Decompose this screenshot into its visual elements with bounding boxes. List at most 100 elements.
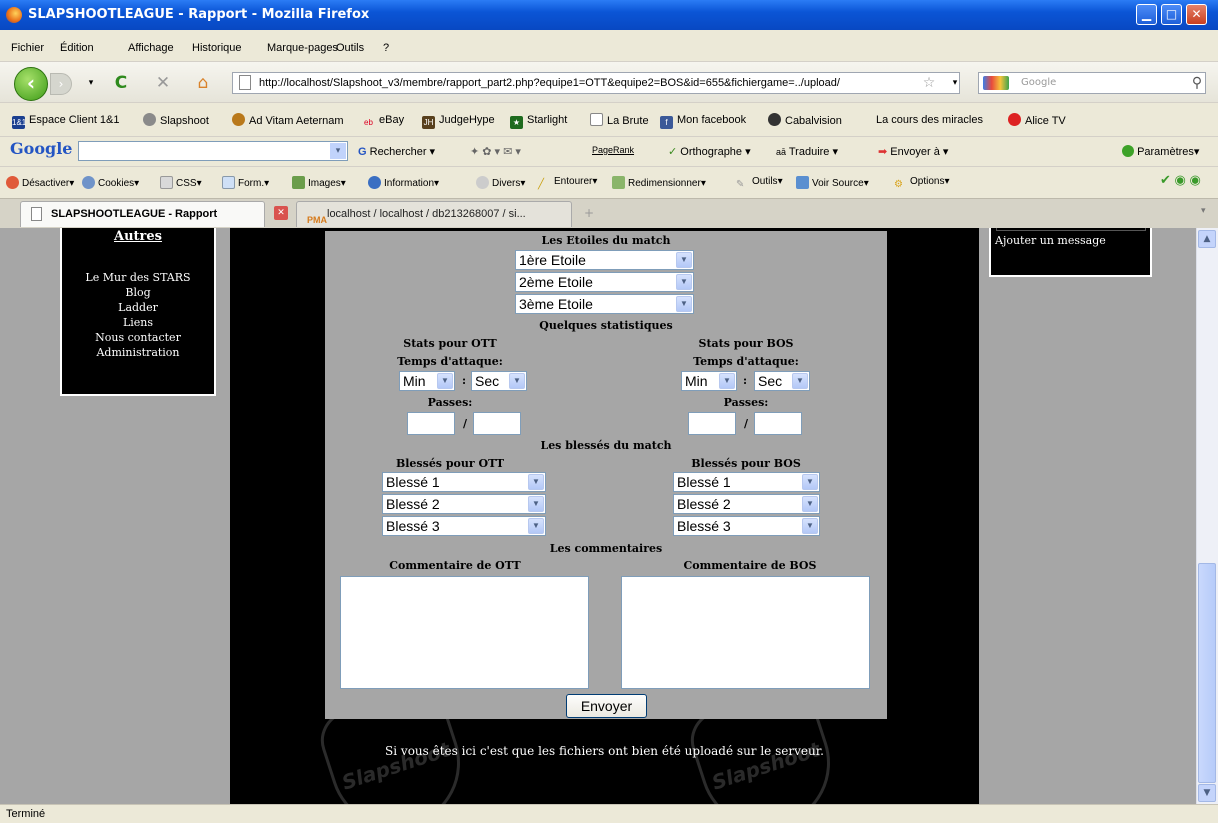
menu-help[interactable]: ? (383, 42, 389, 54)
history-dropdown-icon[interactable]: ▾ (80, 73, 102, 93)
star-1-select[interactable]: 1ère Etoile ▼ (515, 250, 694, 270)
dev-cookies[interactable]: Cookies▾ (82, 176, 139, 189)
traduire-button[interactable]: aā Traduire ▾ (776, 145, 838, 158)
url-input[interactable]: http://localhost/Slapshoot_v3/membre/rap… (232, 72, 960, 94)
scroll-up-icon[interactable]: ▲ (1198, 230, 1216, 248)
menu-bar: Fichier Édition Affichage Historique Mar… (0, 30, 1218, 62)
team2-injured-2-select[interactable]: Blessé 2 ▼ (673, 494, 820, 514)
bookmark-cabalvision[interactable]: Cabalvision (768, 113, 842, 127)
dev-options[interactable]: ⚙ Options▾ (894, 176, 950, 192)
forward-button[interactable]: › (50, 73, 72, 95)
dev-redimensionner[interactable]: Redimensionner▾ (612, 176, 706, 189)
pagerank-indicator[interactable]: PageRank (592, 145, 634, 155)
bookmark-alicetv[interactable]: Alice TV (1008, 113, 1066, 127)
google-engine-icon[interactable] (983, 76, 1009, 90)
team2-minutes-select[interactable]: Min ▼ (681, 371, 737, 391)
home-icon[interactable]: ⌂ (192, 73, 214, 93)
parametres-button[interactable]: Paramètres▾ (1122, 145, 1199, 158)
back-button[interactable]: ‹ (14, 67, 48, 101)
dev-form[interactable]: Form.▾ (222, 176, 269, 189)
menu-fichier[interactable]: Fichier (11, 42, 44, 54)
team1-minutes-select[interactable]: Min ▼ (399, 371, 455, 391)
injuries-title: Les blessés du match (540, 439, 672, 452)
tab-rapport[interactable]: SLAPSHOOTLEAGUE - Rapport (20, 201, 265, 227)
team1-passes-label: Passes: (427, 396, 473, 409)
add-message-link[interactable]: Ajouter un message (995, 234, 1106, 247)
bookmark-ebay[interactable]: eb eBay (362, 113, 404, 127)
menu-edition[interactable]: Édition (60, 42, 94, 54)
scroll-down-icon[interactable]: ▼ (1198, 784, 1216, 802)
team1-injured-3-select[interactable]: Blessé 3 ▼ (382, 516, 546, 536)
bookmark-cours-miracles[interactable]: La cours des miracles (876, 113, 983, 127)
url-dropdown-icon[interactable]: ▾ (944, 73, 966, 93)
sidebar-item-ladder[interactable]: Ladder (62, 300, 214, 315)
close-tab-icon[interactable]: ✕ (274, 206, 288, 220)
dev-information[interactable]: Information▾ (368, 176, 439, 189)
team1-passes-total-input[interactable] (473, 412, 521, 435)
bookmark-facebook[interactable]: f Mon facebook (660, 113, 746, 129)
team2-passes-total-input[interactable] (754, 412, 802, 435)
sidebar-item-contact[interactable]: Nous contacter (62, 330, 214, 345)
stop-icon[interactable]: ✕ (152, 73, 174, 93)
submit-button[interactable]: Envoyer (566, 694, 647, 718)
sidebar-item-administration[interactable]: Administration (62, 345, 214, 360)
team1-comment-label: Commentaire de OTT (389, 559, 521, 572)
close-window-button[interactable]: ✕ (1186, 4, 1207, 25)
scrollbar-thumb[interactable] (1198, 563, 1216, 783)
star-3-select[interactable]: 3ème Etoile ▼ (515, 294, 694, 314)
dev-entourer[interactable]: ╱ Entourer▾ (538, 176, 597, 192)
menu-marque-pages[interactable]: Marque-pages (267, 42, 338, 54)
dev-css[interactable]: CSS▾ (160, 176, 202, 189)
chevron-down-icon: ▼ (802, 518, 818, 534)
google-toolbar-icons[interactable]: ✦ ✿ ▾ ✉ ▾ (470, 145, 521, 158)
sidebar-item-blog[interactable]: Blog (62, 285, 214, 300)
tab-phpmyadmin[interactable]: PMA localhost / localhost / db213268007 … (296, 201, 572, 227)
dev-outils[interactable]: ✎ Outils▾ (736, 176, 783, 192)
minimize-button[interactable]: ▁ (1136, 4, 1157, 25)
bookmark-labrute[interactable]: La Brute (590, 113, 649, 127)
team1-injuries-label: Blessés pour OTT (395, 457, 505, 470)
menu-historique[interactable]: Historique (192, 42, 242, 54)
dev-divers[interactable]: Divers▾ (476, 176, 525, 189)
menu-outils[interactable]: Outils (336, 42, 364, 54)
search-magnifier-icon[interactable]: ⚲ (1186, 73, 1208, 93)
sidebar-item-mur-stars[interactable]: Le Mur des STARS (62, 270, 214, 285)
maximize-button[interactable]: □ (1161, 4, 1182, 25)
bookmark-1and1[interactable]: 1&1 Espace Client 1&1 (12, 113, 120, 129)
search-input[interactable]: Google (978, 72, 1206, 94)
new-tab-button[interactable]: + (584, 206, 594, 220)
url-text: http://localhost/Slapshoot_v3/membre/rap… (259, 77, 840, 89)
dev-voir-source[interactable]: Voir Source▾ (796, 176, 869, 189)
chevron-down-icon[interactable]: ▾ (330, 143, 346, 159)
team1-passes-completed-input[interactable] (407, 412, 455, 435)
star-2-select[interactable]: 2ème Etoile ▼ (515, 272, 694, 292)
dev-images[interactable]: Images▾ (292, 176, 346, 189)
sidebar-item-liens[interactable]: Liens (62, 315, 214, 330)
bookmark-judgehype[interactable]: JH JudgeHype (422, 113, 495, 129)
bookmark-star-icon[interactable]: ☆ (918, 73, 940, 93)
team1-injured-2-select[interactable]: Blessé 2 ▼ (382, 494, 546, 514)
google-rechercher-button[interactable]: G Rechercher ▾ (358, 145, 435, 158)
bookmark-advitam[interactable]: Ad Vitam Aeternam (232, 113, 344, 127)
reload-icon[interactable]: C (110, 73, 132, 93)
google-toolbar-search-input[interactable]: ▾ (78, 141, 348, 161)
team2-seconds-select[interactable]: Sec ▼ (754, 371, 810, 391)
team2-comment-textarea[interactable] (621, 576, 870, 689)
bookmark-starlight[interactable]: ★ Starlight (510, 113, 567, 129)
team2-injured-1-select[interactable]: Blessé 1 ▼ (673, 472, 820, 492)
time-separator: : (461, 374, 467, 387)
team1-comment-textarea[interactable] (340, 576, 589, 689)
team1-seconds-select[interactable]: Sec ▼ (471, 371, 527, 391)
orthographe-button[interactable]: ✓ Orthographe ▾ (668, 145, 751, 158)
team2-passes-completed-input[interactable] (688, 412, 736, 435)
window-title: SLAPSHOOTLEAGUE - Rapport - Mozilla Fire… (28, 7, 370, 22)
team2-injured-3-select[interactable]: Blessé 3 ▼ (673, 516, 820, 536)
dev-desactiver[interactable]: Désactiver▾ (6, 176, 74, 189)
menu-affichage[interactable]: Affichage (128, 42, 174, 54)
chevron-down-icon: ▼ (676, 296, 692, 312)
bookmark-slapshoot[interactable]: Slapshoot (143, 113, 209, 127)
pma-icon: PMA (307, 215, 327, 225)
envoyer-button[interactable]: ➡ Envoyer à ▾ (878, 145, 948, 158)
tab-list-icon[interactable]: ▾ (1201, 206, 1206, 216)
team1-injured-1-select[interactable]: Blessé 1 ▼ (382, 472, 546, 492)
